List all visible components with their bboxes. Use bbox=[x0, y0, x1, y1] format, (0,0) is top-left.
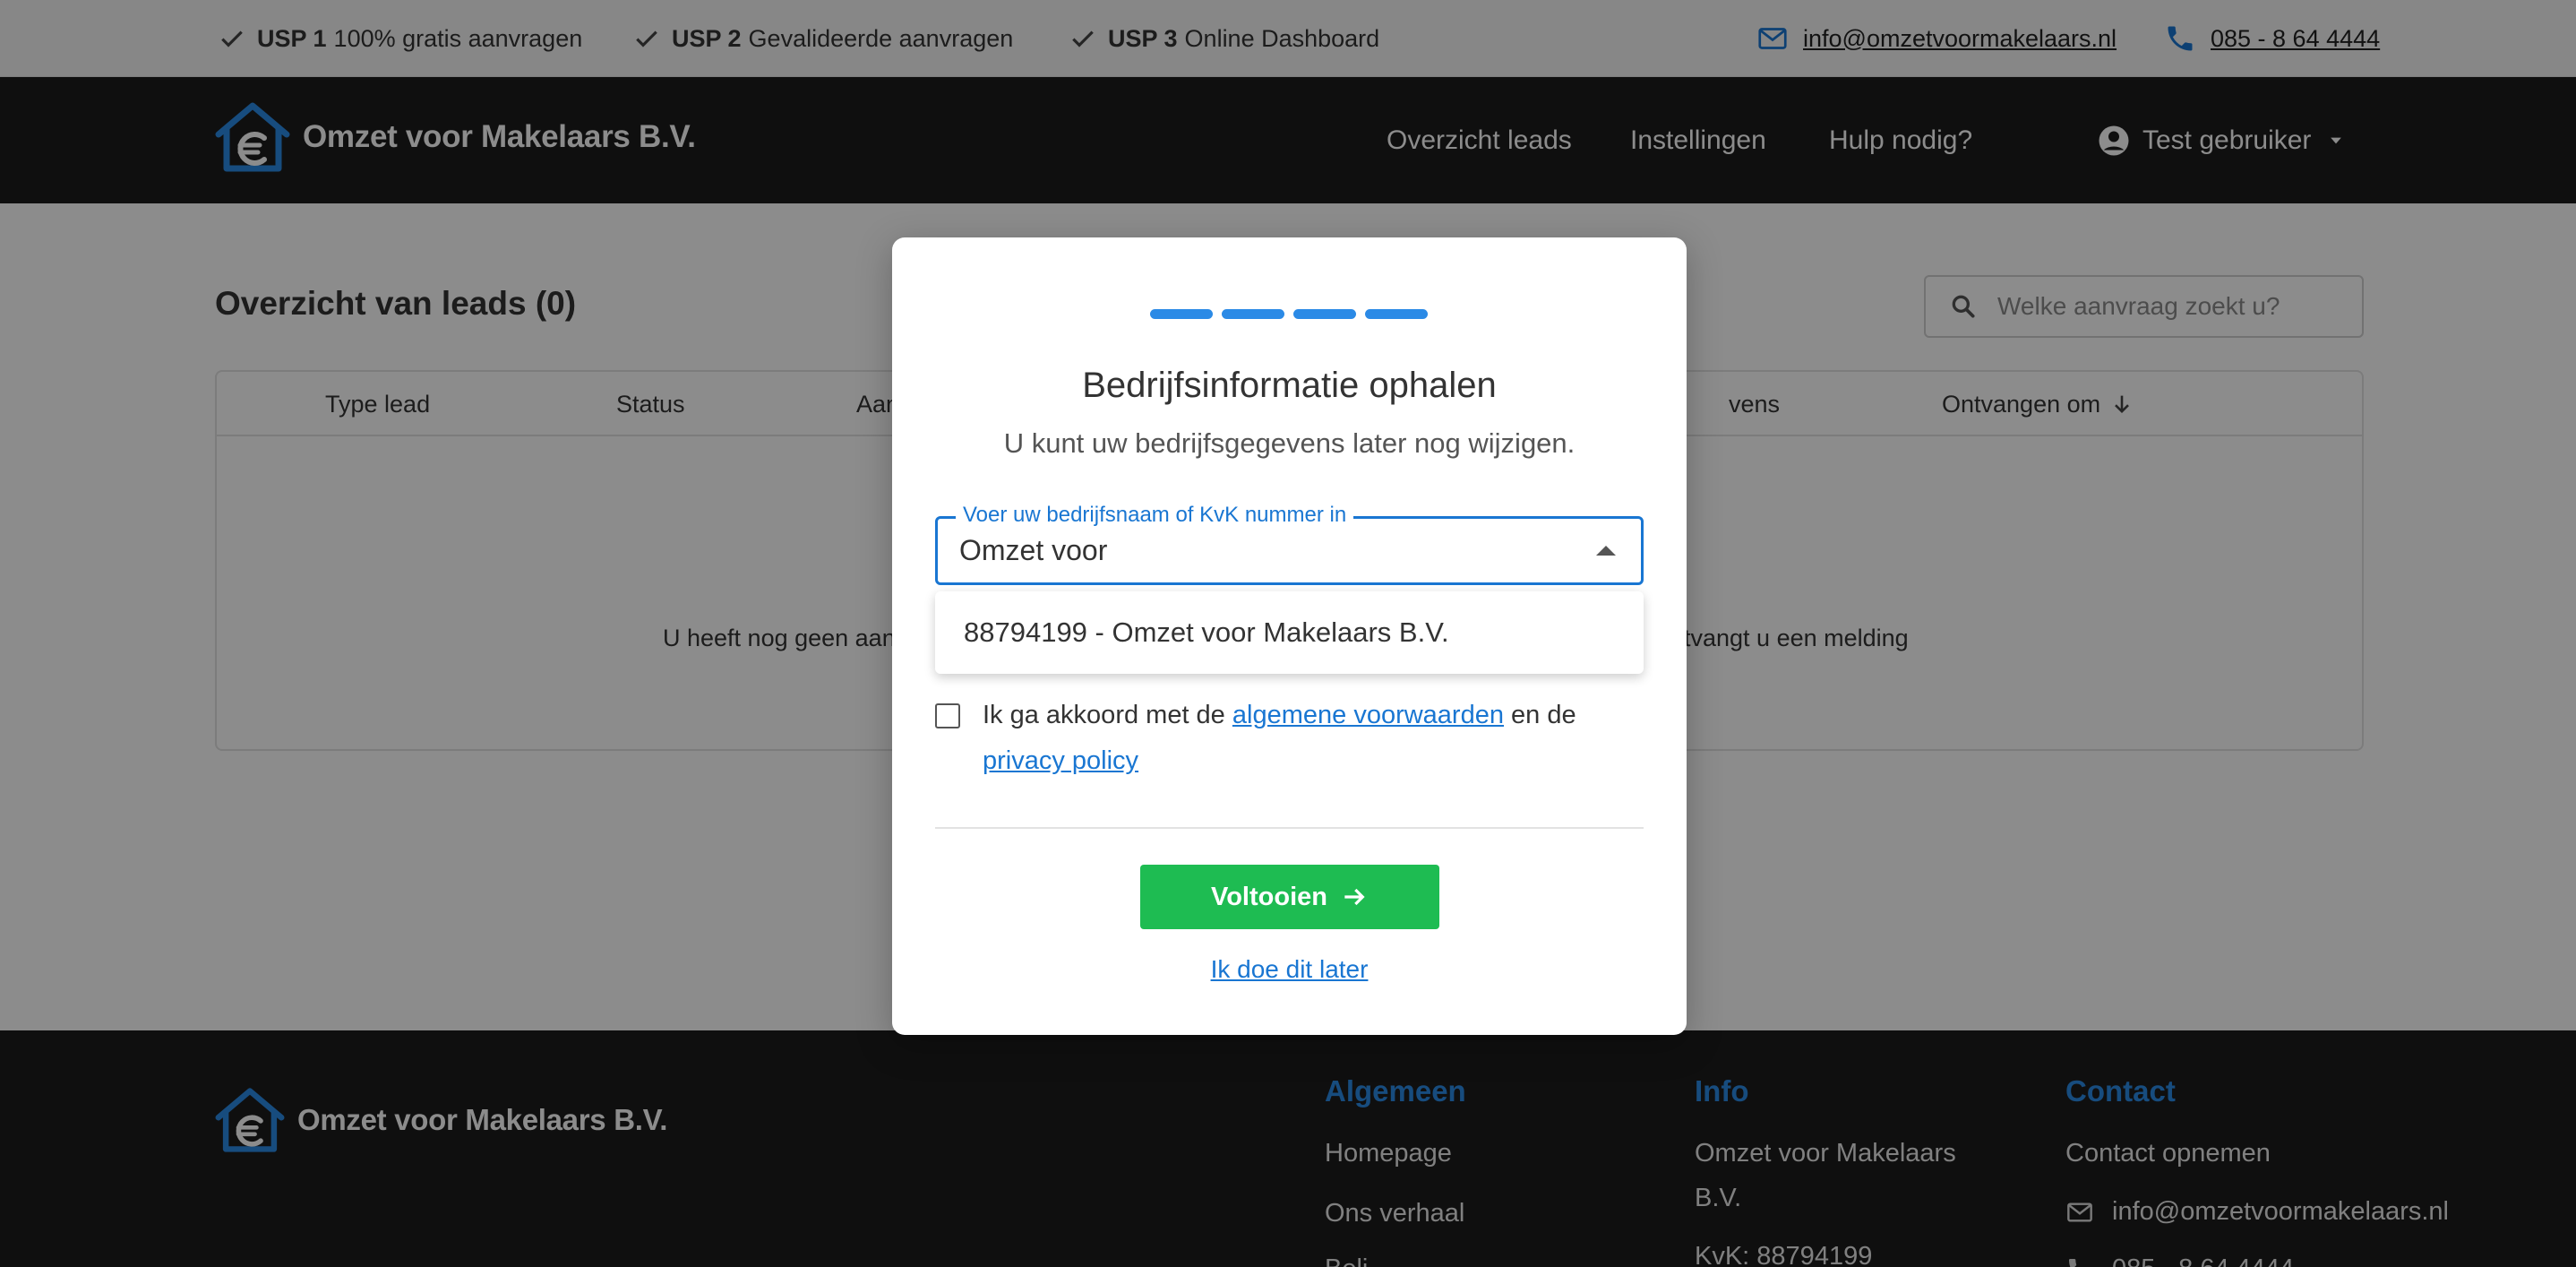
step-indicator-4 bbox=[1365, 309, 1428, 319]
step-progress bbox=[1150, 309, 1428, 319]
terms-text: Ik ga akkoord met de algemene voorwaarde… bbox=[983, 693, 1627, 784]
autocomplete-option[interactable]: 88794199 - Omzet voor Makelaars B.V. bbox=[964, 591, 1449, 674]
modal-title: Bedrijfsinformatie ophalen bbox=[1082, 366, 1497, 405]
company-info-modal: Bedrijfsinformatie ophalen U kunt uw bed… bbox=[892, 237, 1687, 1035]
arrow-right-icon bbox=[1344, 888, 1365, 906]
company-search-input[interactable] bbox=[959, 519, 1568, 582]
terms-link[interactable]: algemene voorwaarden bbox=[1232, 701, 1504, 729]
privacy-link[interactable]: privacy policy bbox=[983, 746, 1138, 775]
step-indicator-2 bbox=[1222, 309, 1284, 319]
step-indicator-3 bbox=[1293, 309, 1356, 319]
company-search-field[interactable]: Voer uw bedrijfsnaam of KvK nummer in bbox=[935, 503, 1644, 585]
terms-checkbox[interactable] bbox=[935, 703, 960, 728]
submit-button[interactable]: Voltooien bbox=[1140, 865, 1439, 929]
submit-label: Voltooien bbox=[1211, 882, 1327, 911]
terms-prefix: Ik ga akkoord met de bbox=[983, 701, 1225, 729]
caret-up-icon[interactable] bbox=[1596, 546, 1616, 556]
terms-middle: en de bbox=[1511, 701, 1576, 729]
skip-later-link[interactable]: Ik doe dit later bbox=[892, 955, 1687, 984]
step-indicator-1 bbox=[1150, 309, 1213, 319]
autocomplete-dropdown: 88794199 - Omzet voor Makelaars B.V. bbox=[935, 591, 1644, 674]
modal-subtitle: U kunt uw bedrijfsgegevens later nog wij… bbox=[1003, 427, 1576, 459]
divider bbox=[935, 827, 1644, 829]
